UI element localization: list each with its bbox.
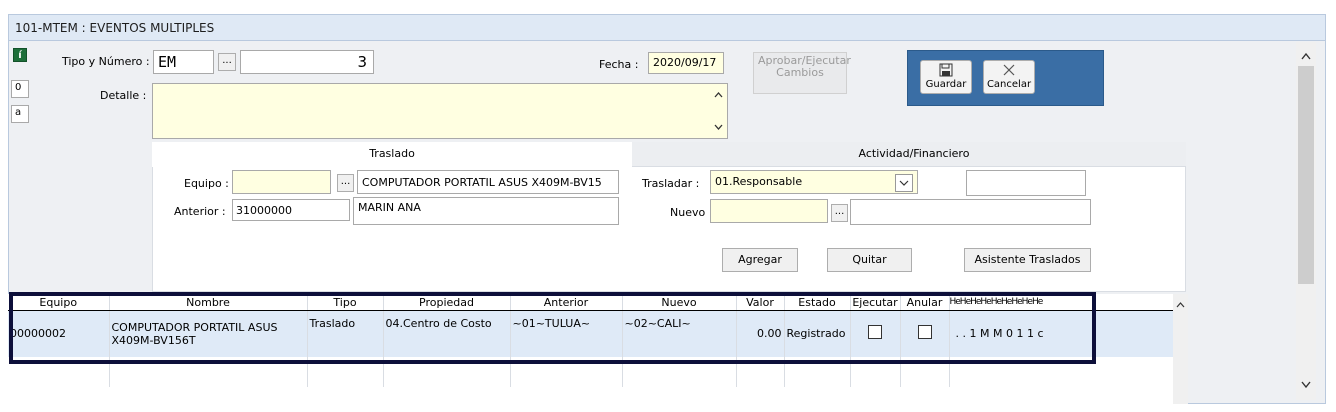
window-titlebar: 101-MTEM : EVENTOS MULTIPLES — [8, 14, 1326, 40]
empty-cell — [510, 356, 623, 387]
row-propiedad[interactable]: 04.Centro de Costo — [383, 310, 511, 357]
col-anular-header[interactable]: Anular — [900, 294, 950, 311]
col-nombre-header[interactable]: Nombre — [109, 294, 308, 311]
detalle-scrollbar[interactable] — [710, 84, 727, 138]
tipo-field[interactable]: EM — [153, 50, 214, 74]
row-tipo[interactable]: Traslado — [307, 310, 384, 357]
anterior-label: Anterior : — [174, 205, 226, 218]
asistente-traslados-button[interactable]: Asistente Traslados — [964, 248, 1091, 272]
table-row[interactable] — [8, 356, 1174, 387]
cross-icon — [1003, 64, 1015, 76]
scrollbar-thumb[interactable] — [1298, 66, 1314, 284]
col-anterior-header[interactable]: Anterior — [510, 294, 623, 311]
row-ejecutar-cell — [850, 310, 901, 357]
col-estado-header[interactable]: Estado — [784, 294, 851, 311]
vertical-scrollbar[interactable] — [1296, 42, 1316, 400]
empty-cell — [850, 356, 901, 387]
col-valor-header[interactable]: Valor — [736, 294, 785, 311]
empty-cell — [383, 356, 511, 387]
cancelar-label: Cancelar — [986, 79, 1032, 90]
tab-actividad-label: Actividad/Financiero — [858, 147, 970, 160]
row-nombre[interactable]: COMPUTADOR PORTATIL ASUS X409M-BV156T — [109, 310, 308, 357]
app-window: 101-MTEM : EVENTOS MULTIPLES í 0 a Tipo … — [0, 0, 1336, 412]
detalle-field[interactable] — [152, 83, 728, 139]
nuevo-field[interactable] — [710, 199, 828, 223]
fecha-field[interactable]: 2020/09/17 — [648, 52, 724, 74]
col-extra-header[interactable]: HeHeHeHeHeHeHeHeHe — [949, 294, 1174, 311]
equipo-lookup-button[interactable]: ... — [337, 174, 354, 192]
table-row[interactable]: 00000002 COMPUTADOR PORTATIL ASUS X409M-… — [8, 310, 1174, 357]
detalle-label: Detalle : — [100, 89, 147, 102]
row-equipo[interactable]: 00000002 — [8, 310, 110, 357]
grid-header-row: Equipo Nombre Tipo Propiedad Anterior Nu… — [8, 294, 1174, 311]
empty-cell — [784, 356, 851, 387]
aprobar-label: Aprobar/Ejecutar Cambios — [758, 54, 851, 79]
nuevo-label: Nuevo : — [670, 206, 713, 219]
letter-field[interactable]: a — [11, 105, 29, 123]
events-grid: Equipo Nombre Tipo Propiedad Anterior Nu… — [8, 294, 1174, 387]
trasladar-label: Trasladar : — [642, 177, 700, 190]
cancelar-button[interactable]: Cancelar — [983, 60, 1035, 94]
actividad-extra-field[interactable] — [966, 170, 1086, 196]
empty-cell — [8, 356, 110, 387]
chevron-up-icon — [714, 92, 723, 98]
tipo-label: Tipo y Número : — [62, 55, 150, 68]
row-estado[interactable]: Registrado — [784, 310, 851, 357]
ejecutar-checkbox[interactable] — [868, 325, 882, 340]
equipo-description: COMPUTADOR PORTATIL ASUS X409M-BV15 — [357, 170, 619, 194]
trasladar-value: 01.Responsable — [715, 175, 803, 188]
row-anterior[interactable]: ~01~TULUA~ — [510, 310, 623, 357]
equipo-field[interactable] — [232, 170, 331, 194]
info-icon[interactable]: í — [13, 48, 27, 62]
tipo-lookup-button[interactable]: ... — [218, 53, 236, 71]
window-title: 101-MTEM : EVENTOS MULTIPLES — [15, 21, 215, 35]
numero-field[interactable]: 3 — [240, 50, 374, 74]
anterior-field[interactable]: 31000000 — [232, 199, 350, 221]
empty-cell — [900, 356, 950, 387]
empty-cell — [949, 356, 1174, 387]
chevron-down-icon[interactable] — [1296, 377, 1316, 393]
empty-cell — [622, 356, 737, 387]
tab-actividad[interactable]: Actividad/Financiero — [632, 142, 1186, 167]
guardar-button[interactable]: Guardar — [920, 60, 972, 94]
row-valor[interactable]: 0.00 — [736, 310, 785, 357]
empty-cell — [307, 356, 384, 387]
aprobar-ejecutar-button[interactable]: Aprobar/Ejecutar Cambios — [753, 52, 851, 94]
anular-checkbox[interactable] — [917, 325, 932, 340]
chevron-down-icon — [714, 124, 723, 130]
empty-cell — [109, 356, 308, 387]
grid-container: Equipo Nombre Tipo Propiedad Anterior Nu… — [8, 294, 1188, 404]
fecha-label: Fecha : — [599, 58, 639, 71]
dropdown-button[interactable] — [895, 174, 913, 192]
col-equipo-header[interactable]: Equipo — [8, 294, 110, 311]
guardar-label: Guardar — [925, 79, 967, 90]
chevron-up-icon[interactable] — [1173, 298, 1188, 312]
row-anular-cell — [900, 310, 950, 357]
empty-cell — [736, 356, 785, 387]
col-tipo-header[interactable]: Tipo — [307, 294, 384, 311]
floppy-disk-icon — [939, 63, 953, 77]
grid-scrollbar[interactable] — [1173, 294, 1188, 404]
nuevo-lookup-button[interactable]: ... — [831, 204, 848, 222]
trasladar-select[interactable]: 01.Responsable — [710, 170, 918, 194]
col-nuevo-header[interactable]: Nuevo — [622, 294, 737, 311]
quitar-button[interactable]: Quitar — [827, 248, 912, 272]
nuevo-description — [850, 199, 1091, 225]
chevron-up-icon[interactable] — [1296, 48, 1316, 64]
tab-traslado-label: Traslado — [369, 147, 415, 160]
col-propiedad-header[interactable]: Propiedad — [383, 294, 511, 311]
equipo-label: Equipo : — [184, 177, 229, 190]
row-nuevo[interactable]: ~02~CALI~ — [622, 310, 737, 357]
row-extra[interactable]: . . 1 M M 0 1 1 c — [949, 310, 1174, 357]
col-ejecutar-header[interactable]: Ejecutar — [850, 294, 901, 311]
anterior-description: MARIN ANA — [353, 197, 619, 225]
agregar-button[interactable]: Agregar — [722, 248, 798, 272]
tab-traslado[interactable]: Traslado — [152, 142, 632, 167]
counter-field[interactable]: 0 — [11, 80, 29, 98]
chevron-down-icon — [899, 180, 909, 186]
